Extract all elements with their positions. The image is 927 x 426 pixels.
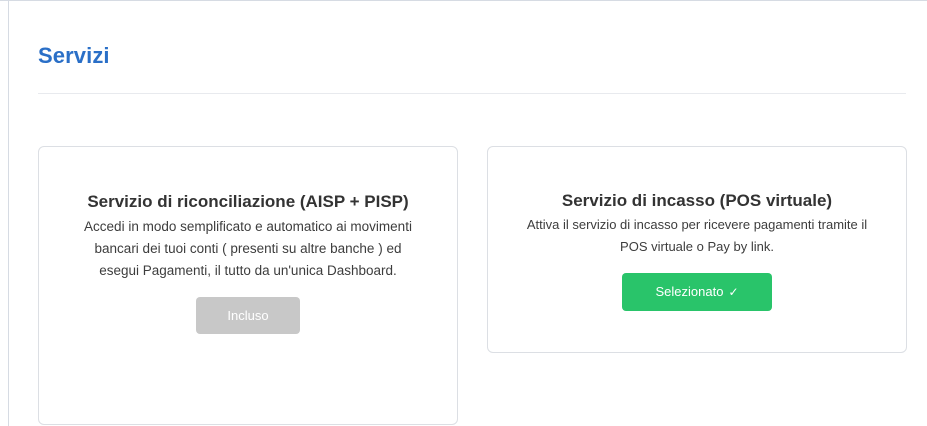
top-border: [0, 0, 927, 1]
title-divider: [38, 93, 906, 94]
page-title: Servizi: [38, 43, 110, 68]
service-card-description: Accedi in modo semplificato e automatico…: [84, 219, 412, 278]
service-card-title: Servizio di incasso (POS virtuale): [561, 191, 833, 210]
selected-button-label: Selezionato: [655, 284, 724, 299]
service-card-pos: Servizio di incasso (POS virtuale) Attiv…: [487, 146, 907, 353]
selected-button[interactable]: Selezionato ✓: [622, 273, 772, 311]
service-card-reconciliation: Servizio di riconciliazione (AISP + PISP…: [38, 146, 458, 425]
service-card-description: Attiva il servizio di incasso per riceve…: [526, 217, 868, 254]
included-button[interactable]: Incluso: [196, 297, 300, 334]
checkmark-icon: ✓: [728, 285, 739, 299]
left-border: [8, 0, 9, 426]
service-card-title: Servizio di riconciliazione (AISP + PISP…: [87, 192, 409, 211]
services-page: Servizi Servizio di riconciliazione (AIS…: [0, 0, 927, 426]
